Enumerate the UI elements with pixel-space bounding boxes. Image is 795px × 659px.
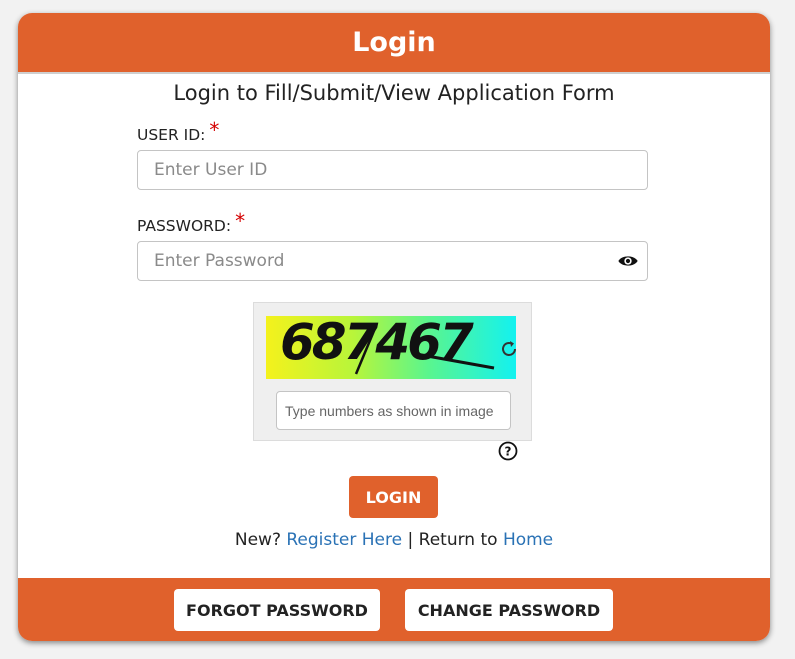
user-id-label: USER ID: *	[137, 118, 220, 145]
register-link[interactable]: Register Here	[286, 530, 402, 550]
question-circle-icon[interactable]: ?	[498, 441, 518, 461]
svg-text:?: ?	[505, 445, 512, 459]
auth-links: New? Register Here | Return to Home	[18, 530, 770, 550]
required-mark: *	[209, 118, 220, 142]
captcha-input[interactable]	[276, 391, 511, 430]
form-subtitle: Login to Fill/Submit/View Application Fo…	[173, 81, 615, 105]
forgot-password-button[interactable]: FORGOT PASSWORD	[174, 589, 380, 631]
return-text: Return to	[418, 530, 498, 550]
new-text: New?	[234, 530, 281, 550]
captcha-noise-lines	[354, 325, 495, 375]
password-input[interactable]	[137, 241, 648, 281]
home-link[interactable]: Home	[503, 530, 553, 550]
login-button[interactable]: LOGIN	[349, 476, 438, 518]
captcha-image: 687467	[266, 316, 516, 379]
link-separator: |	[407, 530, 414, 550]
user-id-input[interactable]	[137, 150, 648, 190]
captcha-box: 687467	[253, 302, 532, 441]
password-label: PASSWORD: *	[137, 209, 246, 236]
refresh-icon[interactable]	[499, 339, 519, 359]
login-card: Login Login to Fill/Submit/View Applicat…	[18, 13, 770, 641]
change-password-button[interactable]: CHANGE PASSWORD	[405, 589, 613, 631]
user-id-label-text: USER ID:	[137, 126, 206, 144]
footer-bar: FORGOT PASSWORD CHANGE PASSWORD	[18, 578, 770, 641]
required-mark: *	[235, 209, 246, 233]
eye-icon[interactable]	[617, 254, 639, 268]
page-title: Login	[18, 13, 770, 74]
password-label-text: PASSWORD:	[137, 217, 232, 235]
